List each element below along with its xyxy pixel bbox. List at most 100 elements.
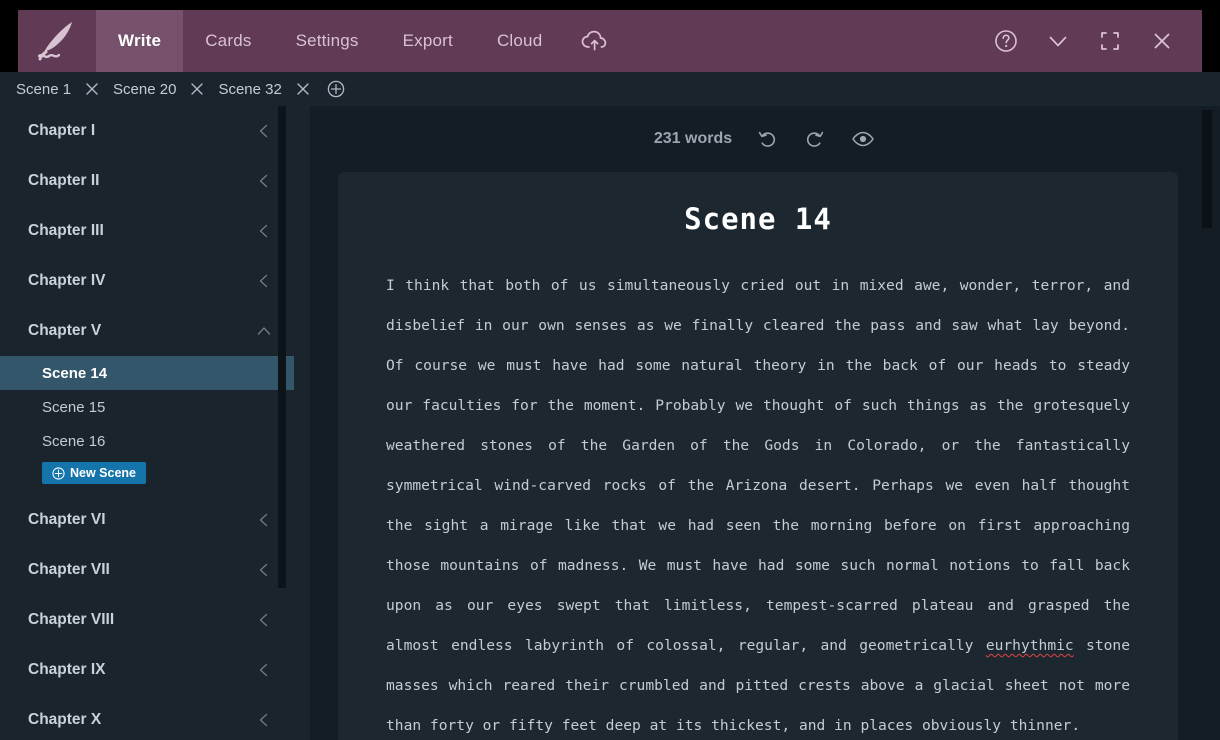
- scene-label: Scene 14: [42, 365, 107, 382]
- minimize-chevron-button[interactable]: [1032, 10, 1084, 72]
- chevron-left-icon: [256, 512, 272, 528]
- tab-scene-20-label: Scene 20: [111, 81, 182, 98]
- plus-circle-icon: [327, 80, 345, 98]
- top-toolbar: Write Cards Settings Export Cloud: [18, 10, 1202, 72]
- chevron-left-icon: [256, 612, 272, 628]
- close-icon: [190, 82, 204, 96]
- editor-header: 231 words: [310, 106, 1220, 172]
- sidebar-item-chapter-viii[interactable]: Chapter VIII: [0, 595, 294, 645]
- menu-item-write-label: Write: [118, 31, 161, 51]
- tab-scene-32[interactable]: Scene 32: [216, 81, 287, 98]
- sidebar-item-chapter-iii[interactable]: Chapter III: [0, 206, 294, 256]
- menu-item-cards-label: Cards: [205, 31, 251, 51]
- tab-scene-32-close-button[interactable]: [292, 78, 314, 100]
- app-window: Write Cards Settings Export Cloud: [0, 0, 1220, 740]
- chevron-left-icon: [256, 662, 272, 678]
- sidebar-item-chapter-vii[interactable]: Chapter VII: [0, 545, 294, 595]
- close-icon: [296, 82, 310, 96]
- new-scene-row: New Scene: [0, 458, 294, 495]
- sidebar-item-chapter-ii[interactable]: Chapter II: [0, 156, 294, 206]
- chapter-label: Chapter V: [28, 322, 101, 340]
- plus-circle-icon: [52, 467, 65, 480]
- sidebar-scrollbar-thumb[interactable]: [278, 106, 286, 588]
- main-content: Chapter I Chapter II Chapter III: [0, 106, 1220, 740]
- chapter-label: Chapter III: [28, 222, 104, 240]
- chapter-label: Chapter VII: [28, 561, 110, 579]
- scene-document[interactable]: Scene 14 I think that both of us simulta…: [338, 172, 1178, 740]
- tab-scene-1[interactable]: Scene 1: [14, 81, 77, 98]
- new-tab-button[interactable]: [324, 77, 348, 101]
- tab-scene-1-label: Scene 1: [14, 81, 77, 98]
- chapter-label: Chapter II: [28, 172, 99, 190]
- quill-logo-icon: [34, 19, 80, 63]
- chapter-label: Chapter VI: [28, 511, 106, 529]
- chevron-left-icon: [256, 562, 272, 578]
- sidebar-item-scene-16[interactable]: Scene 16: [0, 424, 294, 458]
- help-icon: [993, 28, 1019, 54]
- chapter-list: Chapter I Chapter II Chapter III: [0, 106, 294, 740]
- sidebar-item-chapter-x[interactable]: Chapter X: [0, 695, 294, 740]
- chapter-label: Chapter X: [28, 711, 101, 729]
- tab-scene-20[interactable]: Scene 20: [111, 81, 182, 98]
- menu-item-settings[interactable]: Settings: [274, 10, 381, 72]
- editor-scrollbar-thumb[interactable]: [1202, 110, 1212, 228]
- close-icon: [1149, 28, 1175, 54]
- sidebar-item-scene-14[interactable]: Scene 14: [0, 356, 294, 390]
- preview-button[interactable]: [850, 126, 876, 152]
- menu-item-write[interactable]: Write: [96, 10, 183, 72]
- menu-item-export-label: Export: [403, 31, 453, 51]
- chevron-left-icon: [256, 223, 272, 239]
- fullscreen-button[interactable]: [1084, 10, 1136, 72]
- undo-icon: [755, 127, 779, 151]
- chapter-label: Chapter I: [28, 122, 95, 140]
- sidebar-item-chapter-vi[interactable]: Chapter VI: [0, 495, 294, 545]
- menu-item-cloud-label: Cloud: [497, 31, 542, 51]
- chapter-label: Chapter IV: [28, 272, 106, 290]
- menu-item-settings-label: Settings: [296, 31, 359, 51]
- eye-preview-icon: [850, 126, 876, 152]
- tab-scene-20-close-button[interactable]: [186, 78, 208, 100]
- cloud-upload-button[interactable]: [564, 10, 626, 72]
- new-scene-label: New Scene: [70, 466, 136, 480]
- scene-label: Scene 16: [42, 433, 105, 450]
- chapter-sidebar: Chapter I Chapter II Chapter III: [0, 106, 310, 740]
- new-scene-button[interactable]: New Scene: [42, 462, 146, 484]
- sidebar-item-chapter-v[interactable]: Chapter V: [0, 306, 294, 356]
- chevron-left-icon: [256, 123, 272, 139]
- help-button[interactable]: [980, 10, 1032, 72]
- cloud-upload-icon: [580, 29, 610, 53]
- quill-logo: [18, 10, 96, 72]
- menu-item-cloud[interactable]: Cloud: [475, 10, 564, 72]
- chevron-left-icon: [256, 273, 272, 289]
- sidebar-item-chapter-iv[interactable]: Chapter IV: [0, 256, 294, 306]
- scene-body-text[interactable]: I think that both of us simultaneously c…: [386, 266, 1130, 740]
- chapter-label: Chapter IX: [28, 661, 106, 679]
- chevron-down-icon: [1045, 28, 1071, 54]
- undo-button[interactable]: [754, 126, 780, 152]
- fullscreen-icon: [1097, 28, 1123, 54]
- sidebar-item-chapter-ix[interactable]: Chapter IX: [0, 645, 294, 695]
- scene-label: Scene 15: [42, 399, 105, 416]
- chevron-left-icon: [256, 173, 272, 189]
- sidebar-scrollbar-track[interactable]: [290, 106, 298, 740]
- misspelled-word[interactable]: eurhythmic: [986, 637, 1074, 654]
- tab-scene-1-close-button[interactable]: [81, 78, 103, 100]
- close-button[interactable]: [1136, 10, 1188, 72]
- tab-scene-32-label: Scene 32: [216, 81, 287, 98]
- window-controls: [980, 10, 1202, 72]
- menu-item-export[interactable]: Export: [381, 10, 475, 72]
- toolbar-spacer: [626, 10, 980, 72]
- body-text-part-1: I think that both of us simultaneously c…: [386, 277, 1130, 654]
- sidebar-item-chapter-i[interactable]: Chapter I: [0, 106, 294, 156]
- sidebar-item-scene-15[interactable]: Scene 15: [0, 390, 294, 424]
- word-count: 231 words: [654, 130, 732, 148]
- scene-title: Scene 14: [386, 202, 1130, 236]
- chevron-up-icon: [256, 323, 272, 339]
- redo-button[interactable]: [802, 126, 828, 152]
- chapter-label: Chapter VIII: [28, 611, 114, 629]
- menu-item-cards[interactable]: Cards: [183, 10, 273, 72]
- editor-panel: 231 words: [310, 106, 1220, 740]
- main-menu: Write Cards Settings Export Cloud: [96, 10, 626, 72]
- scene-tab-bar: Scene 1 Scene 20 Scene 32: [0, 72, 1220, 106]
- chevron-left-icon: [256, 712, 272, 728]
